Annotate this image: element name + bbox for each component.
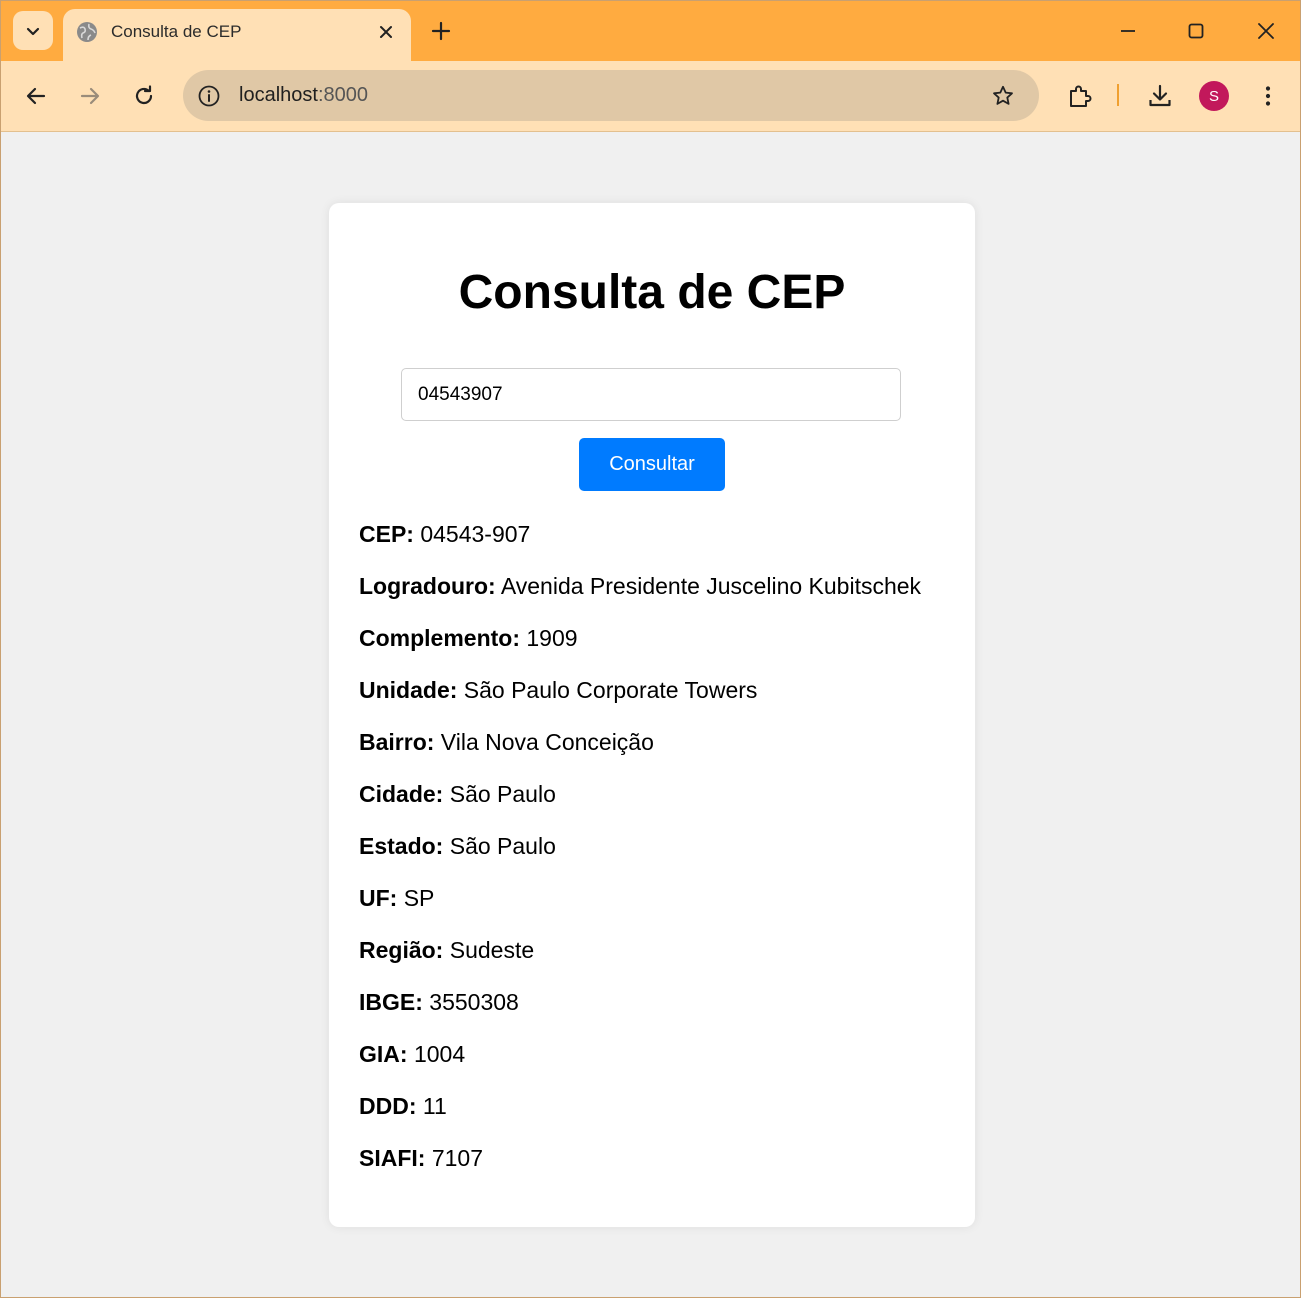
result-label: Unidade: <box>359 677 458 703</box>
tab-strip: Consulta de CEP <box>1 1 1300 61</box>
site-info-button[interactable] <box>196 83 222 109</box>
page-title: Consulta de CEP <box>458 266 846 319</box>
result-value: 04543-907 <box>420 521 531 547</box>
result-estado: Estado: São Paulo <box>359 831 959 883</box>
result-ddd: DDD: 11 <box>359 1091 959 1143</box>
tab-search-button[interactable] <box>13 11 53 50</box>
minimize-icon <box>1121 30 1135 32</box>
result-siafi: SIAFI: 7107 <box>359 1143 959 1195</box>
kebab-menu-icon <box>1265 86 1271 106</box>
star-icon <box>993 85 1013 105</box>
minimize-button[interactable] <box>1105 9 1151 53</box>
result-label: Região: <box>359 937 444 963</box>
page-viewport: Consulta de CEP Consultar CEP: 04543-907… <box>1 132 1300 1297</box>
avatar[interactable]: S <box>1199 81 1229 111</box>
result-complemento: Complemento: 1909 <box>359 623 959 675</box>
cep-lookup-card: Consulta de CEP Consultar CEP: 04543-907… <box>329 203 975 1227</box>
download-icon <box>1149 84 1171 107</box>
tab-title: Consulta de CEP <box>111 22 242 41</box>
tab-active[interactable]: Consulta de CEP <box>63 9 411 61</box>
result-value: 1004 <box>413 1041 466 1067</box>
downloads-button[interactable] <box>1141 77 1179 115</box>
maximize-button[interactable] <box>1173 9 1219 53</box>
result-value: 3550308 <box>429 989 519 1015</box>
result-value: Avenida Presidente Juscelino Kubitschek <box>500 573 922 599</box>
result-label: Estado: <box>359 833 444 859</box>
result-label: UF: <box>359 885 398 911</box>
results-list: CEP: 04543-907 Logradouro: Avenida Presi… <box>359 519 959 1195</box>
extensions-button[interactable] <box>1061 77 1099 115</box>
result-value: Sudeste <box>449 937 535 963</box>
puzzle-icon <box>1070 85 1092 107</box>
result-value: Vila Nova Conceição <box>440 729 654 755</box>
result-value: São Paulo Corporate Towers <box>463 677 758 703</box>
tab-close-button[interactable] <box>375 21 397 43</box>
result-value: São Paulo <box>449 833 556 859</box>
result-label: SIAFI: <box>359 1145 426 1171</box>
arrow-left-icon <box>26 87 46 105</box>
toolbar-separator <box>1117 84 1119 106</box>
result-value: SP <box>403 885 435 911</box>
url-text[interactable]: localhost:8000 <box>239 84 368 107</box>
maximize-icon <box>1188 23 1204 39</box>
result-cep: CEP: 04543-907 <box>359 519 959 571</box>
forward-button[interactable] <box>71 77 109 115</box>
reload-button[interactable] <box>125 77 163 115</box>
browser-toolbar: localhost:8000 S <box>1 61 1300 132</box>
result-gia: GIA: 1004 <box>359 1039 959 1091</box>
bookmark-button[interactable] <box>989 82 1017 110</box>
result-value: 11 <box>422 1093 447 1119</box>
result-label: CEP: <box>359 521 414 547</box>
result-regiao: Região: Sudeste <box>359 935 959 987</box>
plus-icon <box>431 21 451 41</box>
globe-icon <box>77 22 97 42</box>
result-bairro: Bairro: Vila Nova Conceição <box>359 727 959 779</box>
reload-icon <box>135 85 153 105</box>
browser-window: Consulta de CEP localhost:8000 S Consult… <box>0 0 1301 1298</box>
browser-menu-button[interactable] <box>1249 77 1287 115</box>
info-icon <box>198 85 220 107</box>
result-cidade: Cidade: São Paulo <box>359 779 959 831</box>
close-icon <box>1258 23 1274 39</box>
chevron-down-icon <box>26 27 40 35</box>
result-label: Complemento: <box>359 625 520 651</box>
result-label: Cidade: <box>359 781 444 807</box>
close-icon <box>380 26 392 38</box>
url-host: localhost <box>239 84 318 106</box>
result-label: DDD: <box>359 1093 417 1119</box>
new-tab-button[interactable] <box>425 15 457 47</box>
result-logradouro: Logradouro: Avenida Presidente Juscelino… <box>359 571 959 623</box>
consult-button[interactable]: Consultar <box>579 438 725 491</box>
result-value: São Paulo <box>449 781 556 807</box>
back-button[interactable] <box>17 77 55 115</box>
result-value: 7107 <box>431 1145 484 1171</box>
cep-input[interactable] <box>401 368 901 421</box>
arrow-right-icon <box>80 87 100 105</box>
result-uf: UF: SP <box>359 883 959 935</box>
result-label: GIA: <box>359 1041 408 1067</box>
result-label: Bairro: <box>359 729 435 755</box>
result-unidade: Unidade: São Paulo Corporate Towers <box>359 675 959 727</box>
result-ibge: IBGE: 3550308 <box>359 987 959 1039</box>
result-label: Logradouro: <box>359 573 496 599</box>
address-bar[interactable]: localhost:8000 <box>183 70 1039 121</box>
close-window-button[interactable] <box>1243 9 1289 53</box>
result-label: IBGE: <box>359 989 423 1015</box>
result-value: 1909 <box>526 625 578 651</box>
url-port: :8000 <box>317 84 368 106</box>
